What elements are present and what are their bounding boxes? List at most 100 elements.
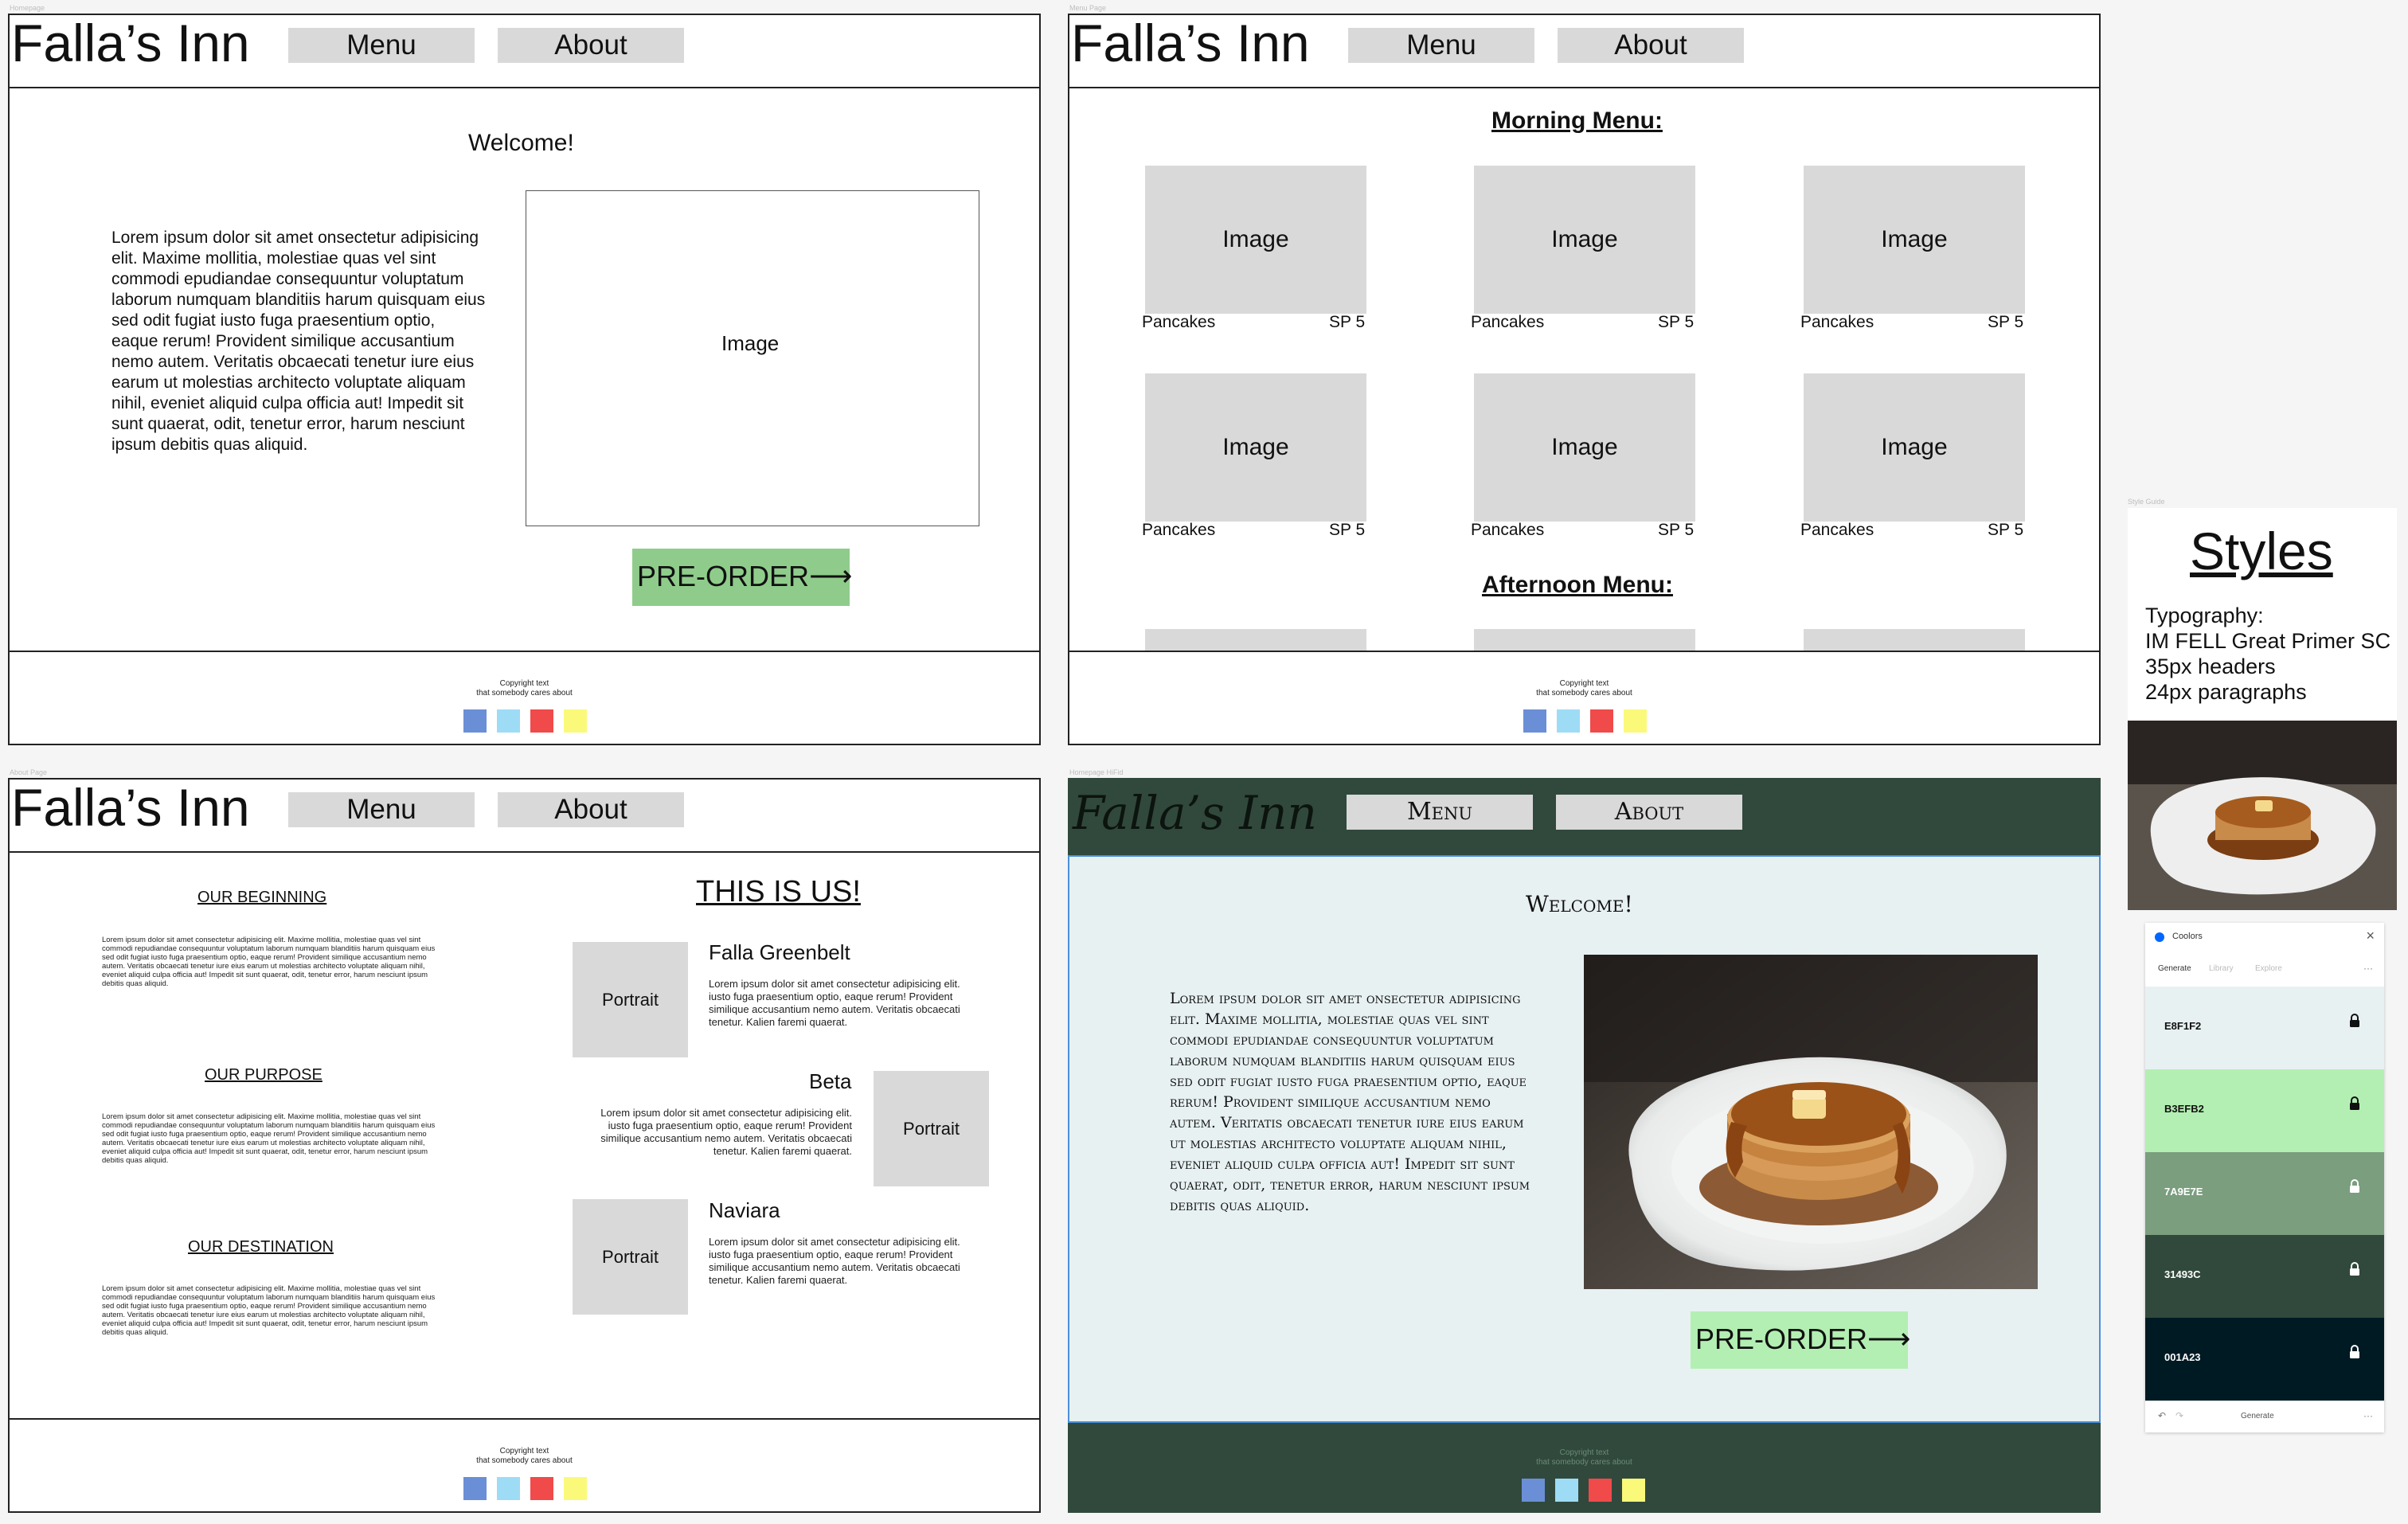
palette-hex-code: 7A9E7E <box>2164 1186 2203 1198</box>
frame-label-about: About Page <box>10 768 48 776</box>
swatch-red <box>530 709 553 733</box>
more-icon[interactable]: ··· <box>2363 1410 2373 1421</box>
hifi-frame: Falla’s Inn Menu About Welcome! Lorem ip… <box>1068 778 2101 1513</box>
swatch-yellow <box>1622 1479 1645 1502</box>
coolors-panel: Coolors × Generate Library Explore ··· E… <box>2145 923 2384 1432</box>
brand-logo[interactable]: Falla’s Inn <box>1073 786 1317 840</box>
menu-item-image[interactable]: Image <box>1804 166 2025 314</box>
preorder-button[interactable]: PRE-ORDER ⟶ <box>632 549 852 606</box>
welcome-heading: Welcome! <box>468 130 574 156</box>
menu-item-image[interactable]: Image <box>1145 373 1366 522</box>
palette-color-row[interactable]: 001A23 <box>2145 1318 2384 1401</box>
palette: E8F1F2 B3EFB2 7A9E7E 31493C 001A23 <box>2145 987 2384 1401</box>
portrait-placeholder: Portrait <box>573 942 688 1057</box>
redo-icon[interactable]: ↷ <box>2175 1410 2183 1421</box>
menu-item-name: Pancakes <box>1471 521 1545 539</box>
menu-item-name: Pancakes <box>1142 521 1216 539</box>
more-icon[interactable]: ··· <box>2363 963 2373 974</box>
footer: Copyright text that somebody cares about <box>1069 651 2099 744</box>
undo-icon[interactable]: ↶ <box>2158 1410 2166 1421</box>
lock-icon[interactable] <box>2349 1179 2360 1194</box>
nav-menu-button[interactable]: Menu <box>288 28 475 63</box>
preorder-label: PRE-ORDER <box>1695 1323 1868 1355</box>
footer-copyright: Copyright text that somebody cares about <box>1536 679 1632 698</box>
lock-icon[interactable] <box>2349 1345 2360 1359</box>
generate-button[interactable]: Generate <box>2241 1412 2274 1420</box>
hero-image-label: Image <box>721 331 780 355</box>
welcome-heading: Welcome! <box>1526 891 1633 917</box>
lock-icon[interactable] <box>2349 1096 2360 1111</box>
menu-item-name: Pancakes <box>1800 313 1874 331</box>
menu-item-price: SP 5 <box>1329 313 1366 331</box>
palette-color-row[interactable]: 7A9E7E <box>2145 1152 2384 1235</box>
afternoon-menu-heading: Afternoon Menu: <box>1482 572 1673 598</box>
palette-hex-code: E8F1F2 <box>2164 1020 2202 1032</box>
lock-icon[interactable] <box>2349 1262 2360 1276</box>
pancake-photo <box>1584 955 2038 1289</box>
swatch-red <box>1589 1479 1612 1502</box>
portrait-placeholder: Portrait <box>874 1071 989 1186</box>
swatch-red <box>1590 709 1613 733</box>
menu-item-image[interactable]: Image <box>1474 373 1695 522</box>
hifi-header: Falla’s Inn Menu About <box>1068 778 2101 855</box>
frame-label-style-guide: Style Guide <box>2128 498 2165 506</box>
nav-about-button[interactable]: About <box>498 28 684 63</box>
footer: Copyright text that somebody cares about <box>10 1418 1039 1511</box>
lock-icon[interactable] <box>2349 1014 2360 1028</box>
menu-item-name: Pancakes <box>1142 313 1216 331</box>
swatch-yellow <box>564 1477 587 1500</box>
person-name: Falla Greenbelt <box>709 940 850 964</box>
our-purpose-heading: OUR PURPOSE <box>205 1066 322 1084</box>
menu-item-price: SP 5 <box>1658 313 1695 331</box>
palette-color-row[interactable]: E8F1F2 <box>2145 987 2384 1069</box>
nav-about-button[interactable]: About <box>498 792 684 827</box>
swatch-light-blue <box>1557 709 1580 733</box>
menu-item-image[interactable]: Image <box>1145 166 1366 314</box>
person-bio: Lorem ipsum dolor sit amet consectetur a… <box>600 1107 852 1157</box>
typography-font: IM FELL Great Primer SC <box>2145 629 2391 653</box>
menu-item-name: Pancakes <box>1800 521 1874 539</box>
portrait-placeholder: Portrait <box>573 1199 688 1315</box>
nav-menu-button[interactable]: Menu <box>1348 28 1534 63</box>
nav-menu-button[interactable]: Menu <box>1347 795 1533 830</box>
palette-color-row[interactable]: 31493C <box>2145 1235 2384 1318</box>
palette-hex-code: B3EFB2 <box>2164 1103 2204 1115</box>
nav-menu-button[interactable]: Menu <box>288 792 475 827</box>
header: Falla’s Inn Menu About <box>1069 15 2099 88</box>
menu-item-name: Pancakes <box>1471 313 1545 331</box>
nav-about-button[interactable]: About <box>1558 28 1744 63</box>
brand-logo[interactable]: Falla’s Inn <box>11 17 250 69</box>
nav-about-button[interactable]: About <box>1556 795 1742 830</box>
header: Falla’s Inn Menu About <box>10 780 1039 853</box>
hero-image-placeholder <box>526 190 979 526</box>
person-bio: Lorem ipsum dolor sit amet consectetur a… <box>709 978 960 1028</box>
menu-item-image[interactable]: Image <box>1474 166 1695 314</box>
frame-label-hifi: Homepage HiFid <box>1069 768 1124 776</box>
brand-logo[interactable]: Falla’s Inn <box>11 781 250 834</box>
frame-label-menu: Menu Page <box>1069 4 1107 12</box>
close-icon[interactable]: × <box>2366 928 2375 944</box>
this-is-us-heading: THIS IS US! <box>696 875 861 909</box>
swatch-light-blue <box>497 1477 520 1500</box>
tab-generate[interactable]: Generate <box>2158 964 2191 973</box>
tab-library[interactable]: Library <box>2209 964 2234 973</box>
about-page-frame: Falla’s Inn Menu About OUR BEGINNING Lor… <box>8 778 1041 1513</box>
intro-text: Lorem ipsum dolor sit amet onsectetur ad… <box>111 229 486 454</box>
menu-item-image[interactable]: Image <box>1804 373 2025 522</box>
footer-copyright: Copyright text that somebody cares about <box>1536 1448 1632 1467</box>
person-name: Naviara <box>709 1198 780 1222</box>
swatch-blue <box>1523 709 1546 733</box>
tab-explore[interactable]: Explore <box>2255 964 2282 973</box>
frame-label-homepage: Homepage <box>10 4 45 12</box>
menu-item-price: SP 5 <box>1658 521 1695 539</box>
style-guide-frame: Styles Typography: IM FELL Great Primer … <box>2128 508 2397 725</box>
palette-color-row[interactable]: B3EFB2 <box>2145 1069 2384 1152</box>
swatch-light-blue <box>497 709 520 733</box>
brand-logo[interactable]: Falla’s Inn <box>1071 17 1310 69</box>
hifi-footer: Copyright text that somebody cares about <box>1068 1423 2101 1513</box>
menu-item-price: SP 5 <box>1329 521 1366 539</box>
palette-hex-code: 001A23 <box>2164 1351 2201 1363</box>
our-beginning-text: Lorem ipsum dolor sit amet consectetur a… <box>102 936 436 988</box>
morning-menu-heading: Morning Menu: <box>1491 107 1663 134</box>
preorder-button[interactable]: PRE-ORDER ⟶ <box>1691 1311 1910 1369</box>
